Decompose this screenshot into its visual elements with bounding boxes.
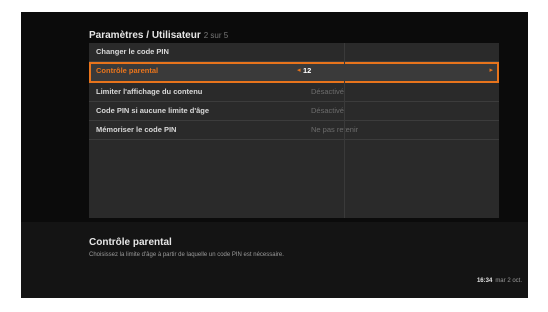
menu-item-remember-pin[interactable]: Mémoriser le code PIN Ne pas retenir [89, 121, 499, 140]
menu-item-pin-no-age-limit[interactable]: Code PIN si aucune limite d'âge Désactiv… [89, 102, 499, 121]
info-title: Contrôle parental [89, 237, 172, 248]
menu-item-label: Code PIN si aucune limite d'âge [96, 106, 210, 115]
menu-item-value: Désactivé [311, 106, 344, 115]
menu-item-label: Limiter l'affichage du contenu [96, 87, 203, 96]
menu-item-value: Ne pas retenir [311, 125, 359, 134]
title-text: Paramètres / Utilisateur [89, 30, 201, 41]
menu-item-change-pin[interactable]: Changer le code PIN [89, 43, 499, 62]
column-divider [344, 43, 345, 218]
page-title: Paramètres / Utilisateur 2 sur 5 [89, 30, 228, 41]
clock-time: 16:34 [476, 278, 493, 284]
menu-item-label: Changer le code PIN [96, 47, 169, 56]
page-indicator: 2 sur 5 [203, 31, 229, 40]
info-description: Choisissez la limite d'âge à partir de l… [89, 252, 284, 258]
menu-item-value: Désactivé [311, 87, 344, 96]
menu-item-limit-content[interactable]: Limiter l'affichage du contenu Désactivé [89, 83, 499, 102]
arrow-left-icon[interactable]: ◂ [297, 66, 301, 74]
settings-menu: Changer le code PIN Contrôle parental ◂ … [89, 43, 499, 218]
menu-item-label: Mémoriser le code PIN [96, 125, 177, 134]
menu-item-value: 12 [303, 66, 312, 75]
menu-item-label: Contrôle parental [96, 66, 159, 75]
info-bar: Contrôle parental Choisissez la limite d… [21, 222, 528, 298]
clock: 16:34 mar 2 oct. [477, 278, 522, 284]
arrow-right-icon[interactable]: ▸ [489, 66, 493, 74]
menu-item-parental-control[interactable]: Contrôle parental ◂ 12 ▸ [89, 62, 499, 83]
clock-date: mar 2 oct. [495, 278, 522, 284]
tv-screen: Paramètres / Utilisateur 2 sur 5 Changer … [21, 12, 528, 298]
